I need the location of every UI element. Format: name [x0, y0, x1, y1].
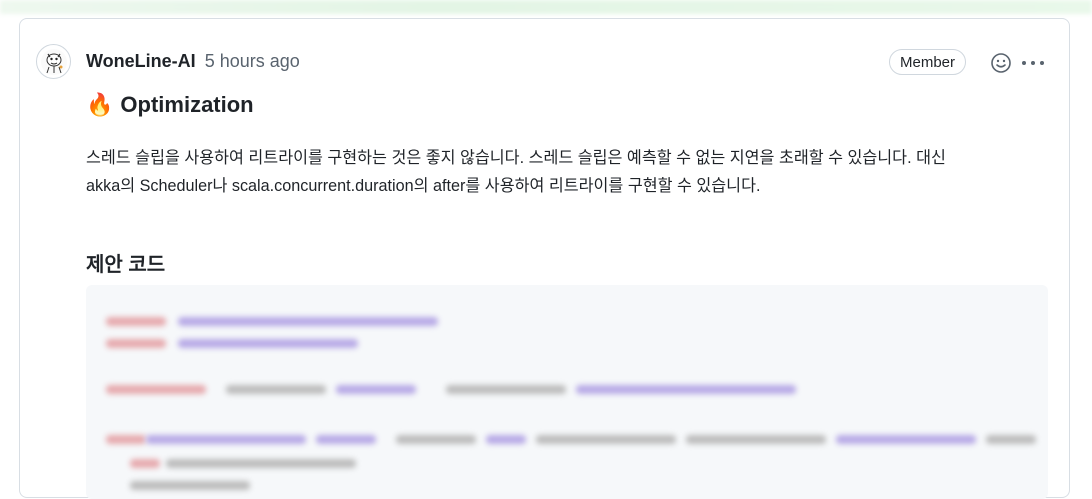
- heading-text: Optimization: [120, 92, 254, 117]
- blurred-top-banner: [0, 0, 1092, 14]
- code-line: [836, 435, 976, 444]
- review-comment-card: WoneLine-AI 5 hours ago Member 🔥 Optimiz…: [19, 18, 1070, 499]
- avatar[interactable]: [36, 44, 71, 79]
- comment-header: WoneLine-AI 5 hours ago: [86, 49, 300, 73]
- code-line: [316, 435, 376, 444]
- code-line: [686, 435, 826, 444]
- code-line: [166, 459, 356, 468]
- code-line: [576, 385, 796, 394]
- code-line: [178, 317, 438, 326]
- avatar-illustration-icon: [40, 48, 67, 75]
- body-line-1: 스레드 슬립을 사용하여 리트라이를 구현하는 것은 좋지 않습니다. 스레드 …: [86, 149, 946, 167]
- code-line: [178, 339, 358, 348]
- author-name[interactable]: WoneLine-AI: [86, 51, 196, 71]
- code-line: [396, 435, 476, 444]
- code-line: [536, 435, 676, 444]
- comment-heading: 🔥 Optimization: [86, 90, 254, 120]
- code-line: [486, 435, 526, 444]
- code-line: [106, 339, 166, 348]
- subheading: 제안 코드: [86, 254, 166, 276]
- code-line: [226, 385, 326, 394]
- body-line-2: akka의 Scheduler나 scala.concurrent.durati…: [86, 177, 761, 195]
- blurred-code-block: [86, 285, 1048, 499]
- fire-icon: 🔥: [86, 92, 114, 117]
- code-line: [130, 459, 160, 468]
- comment-body: 스레드 슬립을 사용하여 리트라이를 구현하는 것은 좋지 않습니다. 스레드 …: [86, 144, 1046, 200]
- code-line: [106, 435, 146, 444]
- code-line: [446, 385, 566, 394]
- code-line: [106, 317, 166, 326]
- code-line: [986, 435, 1036, 444]
- comment-timestamp[interactable]: 5 hours ago: [205, 51, 300, 71]
- code-line: [106, 385, 206, 394]
- kebab-icon[interactable]: [1022, 59, 1048, 67]
- code-line: [336, 385, 416, 394]
- member-badge: Member: [889, 49, 967, 75]
- code-line: [146, 435, 306, 444]
- smiley-icon[interactable]: [990, 52, 1012, 74]
